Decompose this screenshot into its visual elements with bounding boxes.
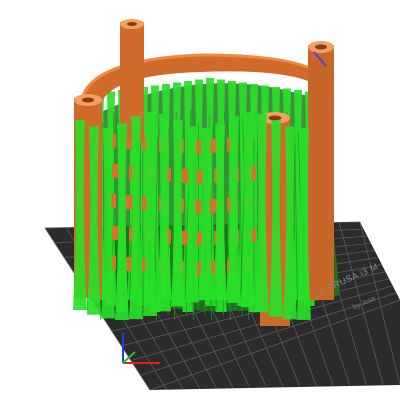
3d-preview-viewport[interactable]: L PRUSA i3 M by Jose	[0, 0, 400, 400]
support-front	[73, 112, 311, 320]
pillar-back-right	[308, 41, 334, 300]
perimeter-block	[125, 195, 133, 210]
scene	[44, 19, 400, 391]
